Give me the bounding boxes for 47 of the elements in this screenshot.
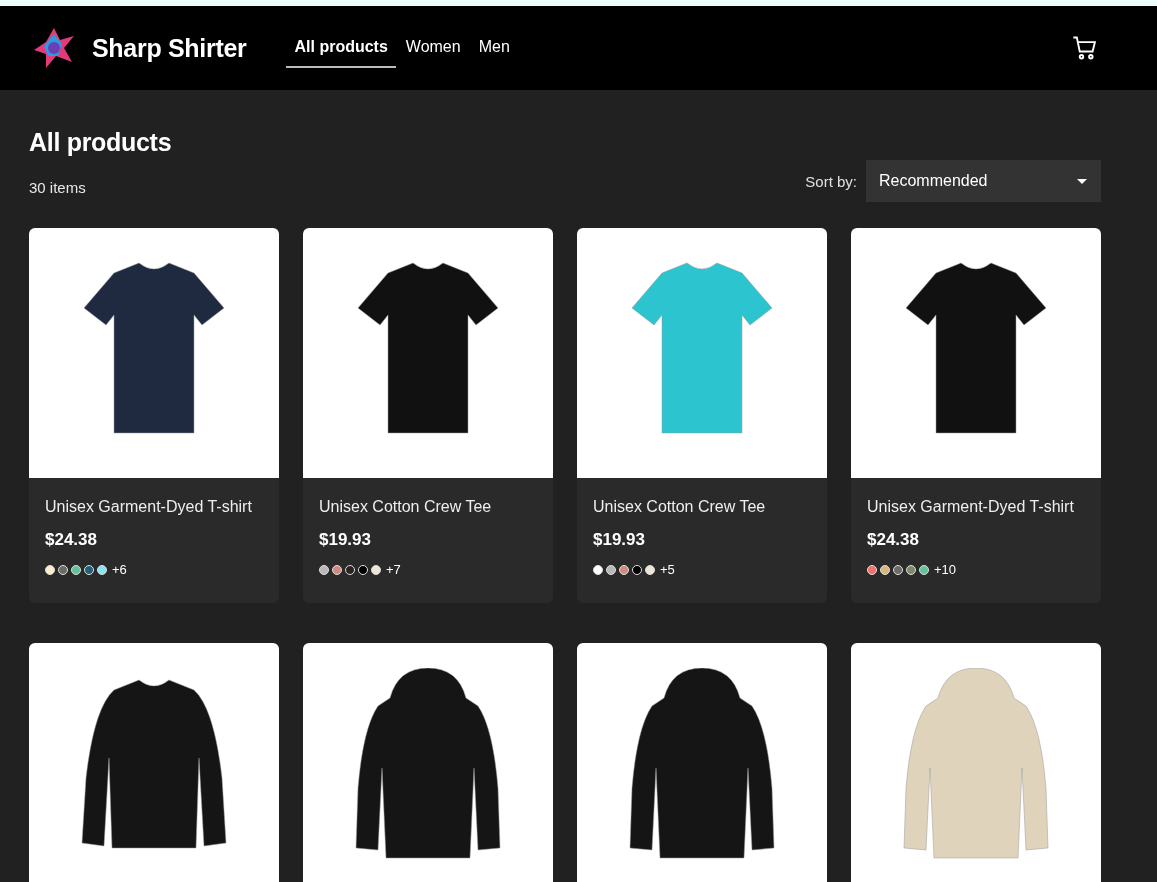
color-swatch[interactable] [645,564,655,575]
item-count: 30 items [29,179,87,196]
nav-tab[interactable]: Men [470,28,518,68]
nav-tab[interactable]: Women [397,28,469,68]
color-swatch[interactable] [632,564,642,575]
color-swatch[interactable] [593,564,603,575]
color-swatch[interactable] [84,564,94,575]
cart-icon[interactable] [1071,34,1099,62]
color-swatch[interactable] [867,564,877,575]
product-card[interactable]: Unisex Garment-Dyed T-shirt $24.38 +6 [29,228,279,603]
more-colors-count: +7 [386,562,401,577]
nav-tab[interactable]: All products [286,28,396,68]
color-swatch[interactable] [606,564,616,575]
color-swatch[interactable] [880,564,890,575]
product-price: $24.38 [45,530,98,550]
product-name: Unisex Garment-Dyed T-shirt [45,498,253,516]
product-price: $24.38 [867,530,920,550]
sort-label: Sort by: [805,172,857,190]
product-card[interactable]: Unisex Garment-Dyed T-shirt $24.38 +10 [851,228,1101,603]
color-swatch[interactable] [71,564,81,575]
color-swatch[interactable] [58,564,68,575]
page-title: All products [29,128,172,157]
brand-name: Sharp Shirter [92,33,247,63]
color-swatch[interactable] [893,564,903,575]
color-swatch[interactable] [345,564,355,575]
product-price: $19.93 [319,530,372,550]
color-swatch[interactable] [97,564,107,575]
color-swatch[interactable] [619,564,629,575]
color-swatch[interactable] [45,564,55,575]
sort-dropdown[interactable]: Recommended [866,160,1101,202]
product-card[interactable]: Unisex Cotton Crew Tee $19.93 +5 [577,228,827,603]
color-swatch[interactable] [319,564,329,575]
product-name: Unisex Cotton Crew Tee [319,498,493,516]
color-swatch[interactable] [906,564,916,575]
product-card[interactable]: Unisex Cotton Crew Tee $19.93 +7 [303,228,553,603]
product-price: $19.93 [593,530,646,550]
color-swatch[interactable] [332,564,342,575]
logo-icon [32,26,76,70]
more-colors-count: +6 [112,562,127,577]
caret-icon [1077,178,1087,184]
color-swatch[interactable] [919,564,929,575]
product-name: Unisex Cotton Crew Tee [593,498,767,516]
more-colors-count: +5 [660,562,675,577]
color-swatch[interactable] [371,564,381,575]
product-name: Unisex Garment-Dyed T-shirt [867,498,1075,516]
more-colors-count: +10 [934,562,957,577]
color-swatch[interactable] [358,564,368,575]
